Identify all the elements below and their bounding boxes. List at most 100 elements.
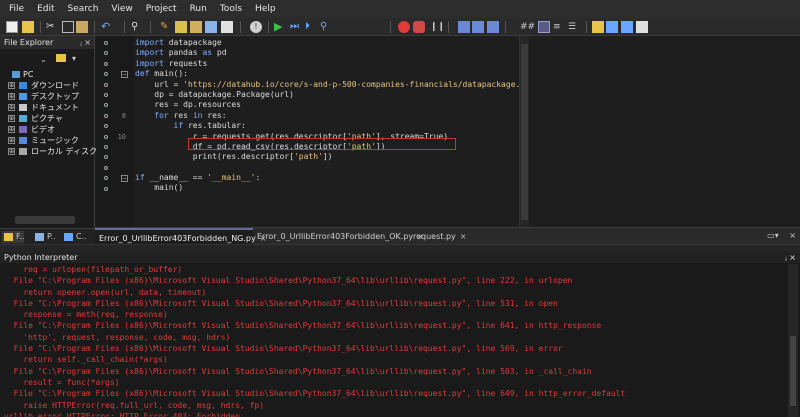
breakpoint-marker[interactable] (104, 165, 108, 170)
info-icon[interactable]: ! (250, 21, 262, 33)
scrollbar-thumb[interactable] (790, 336, 796, 406)
code-line[interactable]: if __name__ == '__main__': (135, 173, 520, 183)
tree-item-pc[interactable]: PC (0, 69, 95, 80)
code-line[interactable]: main() (135, 183, 520, 193)
tab-error-ng[interactable]: Error_0_UrllibError403Forbidden_NG.py × (95, 228, 266, 245)
copy-icon[interactable] (62, 21, 74, 33)
new-file-icon[interactable] (6, 21, 18, 33)
tree-item-documents[interactable]: ⊕ ドキュメント (0, 102, 95, 113)
code-line[interactable]: import datapackage (135, 38, 520, 48)
tab-project[interactable]: P.. (33, 231, 56, 243)
window-list-icon[interactable]: ▭▾ (767, 231, 779, 240)
menu-project[interactable]: Project (139, 0, 183, 18)
tab-code-browser[interactable]: C.. (62, 231, 87, 243)
editor-vertical-scrollbar[interactable] (519, 36, 529, 227)
outline-toggle-icon[interactable] (538, 21, 550, 33)
cascade-icon[interactable] (487, 21, 499, 33)
step-over-icon[interactable]: ⏭ (290, 21, 302, 33)
interpreter-output[interactable]: req = urlopen(filepath_or_buffer) File "… (0, 264, 786, 417)
expand-icon[interactable]: ⊕ (8, 115, 15, 122)
breakpoint-marker[interactable] (104, 145, 108, 149)
find-replace-icon[interactable]: ✎ (160, 21, 172, 33)
paste-icon[interactable] (76, 21, 88, 33)
window-icon[interactable] (458, 21, 470, 33)
menu-run[interactable]: Run (183, 0, 213, 18)
menu-tools[interactable]: Tools (213, 0, 248, 18)
fold-icon[interactable]: − (121, 71, 128, 79)
list-icon[interactable]: ☰ (568, 21, 580, 33)
undo-icon[interactable]: ↶ (101, 21, 113, 33)
panel-icon[interactable] (636, 21, 648, 33)
code-line[interactable]: dp = datapackage.Package(url) (135, 90, 520, 100)
code-line[interactable] (135, 194, 520, 204)
code-editor[interactable]: import datapackage import pandas as pd imp… (135, 36, 544, 227)
code-line[interactable]: import requests (135, 59, 520, 69)
stop-record-icon[interactable] (413, 21, 425, 33)
code-line[interactable]: import pandas as pd (135, 48, 520, 58)
code-line[interactable]: for res in res: (135, 111, 520, 121)
menu-search[interactable]: Search (61, 0, 105, 18)
tree-item-desktop[interactable]: ⊕ デスクトップ (0, 91, 95, 102)
code-line[interactable]: print(res.descriptor['path']) (135, 152, 520, 162)
code-line[interactable]: url = 'https://datahub.io/core/s-and-p-5… (135, 80, 544, 90)
close-icon[interactable]: × (84, 38, 91, 47)
code-line[interactable] (135, 163, 520, 173)
chevron-down-icon[interactable]: ▾ (72, 54, 76, 63)
tree-item-pictures[interactable]: ⊕ ピクチャ (0, 113, 95, 124)
close-icon[interactable]: × (460, 232, 467, 241)
horizontal-scrollbar[interactable] (15, 216, 75, 224)
find-files-icon[interactable] (190, 21, 202, 33)
cut-icon[interactable]: ✂ (46, 21, 58, 33)
breakpoint-marker[interactable] (104, 61, 108, 66)
settings-icon[interactable] (592, 21, 604, 33)
grid-icon[interactable]: ## (520, 21, 535, 33)
pause-icon[interactable]: ❙❙ (430, 21, 445, 33)
breakpoint-marker[interactable] (104, 186, 108, 191)
step-into-icon[interactable]: ⏵ (305, 21, 317, 33)
expand-icon[interactable]: ⊕ (8, 82, 15, 89)
pin-icon[interactable]: ⱼ (80, 38, 81, 47)
expand-icon[interactable]: ⊕ (8, 126, 15, 133)
tree-item-videos[interactable]: ⊕ ビデオ (0, 124, 95, 135)
expand-icon[interactable]: ⊕ (8, 104, 15, 111)
tools-icon[interactable] (606, 21, 618, 33)
bookmark-icon[interactable] (175, 21, 187, 33)
breakpoint-marker[interactable] (104, 93, 108, 97)
indent-icon[interactable]: ≡ (553, 21, 565, 33)
close-icon[interactable]: × (789, 231, 796, 240)
pin-icon[interactable]: ⱼ (785, 253, 786, 262)
expand-icon[interactable]: ⊕ (8, 137, 15, 144)
outline-icon[interactable] (205, 21, 217, 33)
code-line[interactable]: def main(): (135, 69, 520, 79)
menu-edit[interactable]: Edit (30, 0, 60, 18)
record-icon[interactable] (398, 21, 410, 33)
menu-view[interactable]: View (104, 0, 138, 18)
tile-icon[interactable] (472, 21, 484, 33)
help-icon[interactable] (621, 21, 633, 33)
code-line[interactable]: res = dp.resources (135, 100, 520, 110)
tab-error-ok[interactable]: Error_0_UrllibError403Forbidden_OK.py × (253, 228, 424, 245)
breakpoint-marker[interactable] (104, 82, 108, 87)
breakpoint-marker[interactable] (104, 41, 108, 45)
close-icon[interactable]: × (789, 253, 796, 262)
document-icon[interactable] (221, 21, 233, 33)
code-line[interactable] (135, 204, 520, 214)
tab-request-py[interactable]: request.py × (409, 228, 469, 245)
dropdown-icon[interactable]: ⌄ (40, 55, 47, 64)
panel-splitter[interactable] (0, 244, 800, 252)
expand-icon[interactable]: ⊕ (8, 93, 15, 100)
search-icon[interactable]: ⚲ (131, 21, 143, 33)
expand-icon[interactable]: ⊕ (8, 148, 15, 155)
open-folder-icon[interactable] (22, 21, 34, 33)
tree-item-music[interactable]: ⊕ ミュージック (0, 135, 95, 146)
run-icon[interactable]: ▶ (274, 21, 286, 33)
menu-help[interactable]: Help (248, 0, 282, 18)
folder-icon[interactable] (56, 54, 66, 62)
tree-item-local-disk[interactable]: ⊕ ローカル ディスク (0, 146, 97, 157)
code-line[interactable]: if res.tabular: (135, 121, 520, 131)
debug-icon[interactable]: ⚲ (320, 21, 332, 33)
interpreter-vertical-scrollbar[interactable] (788, 264, 798, 417)
tree-item-downloads[interactable]: ⊕ ダウンロード (0, 80, 95, 91)
tab-file-explorer[interactable]: F.. (2, 231, 25, 243)
scrollbar-thumb[interactable] (521, 44, 528, 220)
